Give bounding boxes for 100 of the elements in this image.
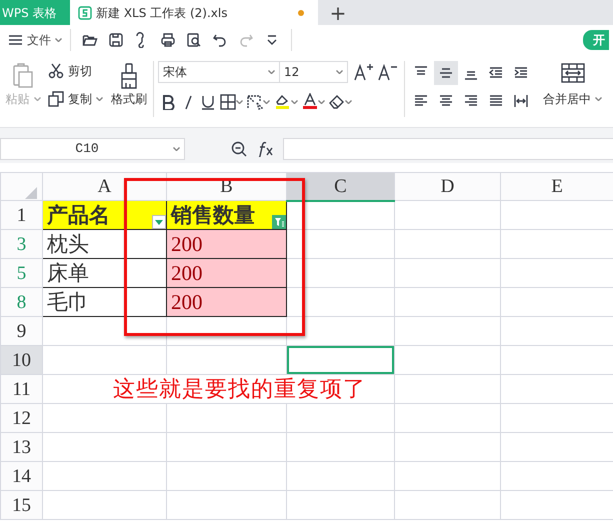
paintbrush-icon (119, 63, 139, 89)
table-cell[interactable]: 床单 (42, 258, 166, 288)
grid-cell[interactable] (286, 230, 394, 258)
grid-cell[interactable] (166, 432, 286, 462)
grid-cell[interactable] (286, 462, 394, 490)
print-icon (160, 32, 176, 48)
table-cell[interactable]: 200 (166, 288, 286, 316)
grid-cell[interactable] (166, 490, 286, 520)
grid-cell[interactable] (42, 432, 166, 462)
caret-icon (318, 100, 325, 104)
grid-cell[interactable] (166, 462, 286, 490)
caret-icon (263, 100, 270, 104)
caret-icon (291, 100, 298, 104)
grid-cell[interactable] (42, 316, 166, 346)
grid-cell[interactable] (394, 346, 500, 374)
grid-cell[interactable] (394, 316, 500, 346)
grid-cell[interactable] (286, 432, 394, 462)
borders-button[interactable] (218, 92, 245, 112)
grid-cell[interactable] (286, 288, 394, 316)
cell-name-box[interactable]: C10 (0, 138, 185, 160)
clipboard-icon (12, 63, 34, 89)
function-icon (257, 141, 275, 157)
scissors-icon (48, 63, 64, 79)
grid-cell[interactable] (42, 490, 166, 520)
save-icon (108, 32, 124, 48)
row-header[interactable]: 10 (0, 346, 42, 374)
distributed-align-icon (513, 93, 529, 109)
grid-cell[interactable] (42, 404, 166, 432)
row-header[interactable]: 11 (0, 374, 42, 404)
merge-center-button[interactable]: 合并居中 (541, 61, 604, 127)
grid-cell[interactable] (42, 346, 166, 374)
borders-icon (220, 94, 236, 110)
caret-icon (268, 70, 275, 74)
grid-cell[interactable] (42, 462, 166, 490)
merge-cells-icon (560, 63, 584, 83)
print-preview-icon (186, 32, 202, 48)
document-tab[interactable]: 新建 XLS 工作表 (2).xls (70, 0, 318, 25)
new-tab-button[interactable]: + (318, 0, 358, 25)
header-cell[interactable]: 销售数量 (166, 200, 286, 230)
align-middle-button[interactable] (434, 61, 458, 85)
file-menu[interactable]: 文件 (25, 32, 64, 48)
caret-icon (173, 147, 180, 151)
copy-button[interactable]: 复制 (46, 89, 105, 109)
bold-icon (160, 94, 176, 110)
table-cell[interactable]: 200 (166, 258, 286, 288)
zoom-button[interactable] (229, 139, 249, 159)
redo-icon (238, 32, 254, 48)
caret-icon (595, 97, 602, 101)
column-header[interactable]: A (42, 172, 166, 200)
eraser-icon (329, 94, 345, 110)
row-header[interactable]: 9 (0, 316, 42, 346)
column-header[interactable]: D (394, 172, 500, 200)
grid-cell[interactable] (394, 200, 500, 230)
grid-cell[interactable] (394, 258, 500, 288)
annotation-text: 这些就是要找的重复项了 (113, 376, 366, 401)
grid-cell[interactable] (286, 200, 394, 230)
table-cell[interactable]: 毛巾 (42, 288, 166, 316)
formula-input[interactable] (283, 138, 613, 160)
selected-cell[interactable] (286, 346, 394, 374)
cut-button[interactable]: 剪切 (46, 61, 105, 81)
filter-button[interactable] (152, 215, 166, 229)
caret-icon (345, 100, 352, 104)
grid-cell[interactable] (394, 288, 500, 316)
column-header[interactable]: E (500, 172, 613, 200)
row-header[interactable]: 1 (0, 200, 42, 230)
grid-cell[interactable] (394, 462, 500, 490)
grid-cell[interactable] (166, 404, 286, 432)
row-header[interactable]: 12 (0, 404, 42, 432)
increase-font-size-button[interactable] (352, 61, 376, 83)
copy-icon (48, 91, 64, 107)
grid-cell[interactable] (286, 404, 394, 432)
row-header[interactable]: 13 (0, 432, 42, 462)
grid-cell[interactable] (394, 432, 500, 462)
table-cell[interactable]: 枕头 (42, 230, 166, 258)
filter-icon (274, 217, 284, 227)
grid-cell[interactable] (166, 346, 286, 374)
font-size-select[interactable]: 12 (280, 61, 348, 83)
grid-cell[interactable] (166, 316, 286, 346)
caret-icon (34, 97, 40, 101)
select-all-corner[interactable] (0, 172, 42, 200)
grid-cell[interactable] (286, 490, 394, 520)
grid-cell[interactable] (394, 404, 500, 432)
grid-cell[interactable] (394, 230, 500, 258)
filter-button[interactable] (272, 215, 286, 229)
format-painter-button[interactable]: 格式刷 (109, 61, 149, 127)
grid-cell[interactable] (394, 374, 500, 404)
row-header[interactable]: 15 (0, 490, 42, 520)
spreadsheet-file-icon (78, 6, 92, 20)
table-cell[interactable]: 200 (166, 230, 286, 258)
grid-cell[interactable] (286, 258, 394, 288)
grid-cell[interactable] (286, 316, 394, 346)
font-color-button[interactable] (300, 91, 327, 112)
font-color-icon (302, 93, 318, 110)
header-cell[interactable]: 产品名 (42, 200, 166, 230)
underline-icon (200, 94, 216, 110)
font-name-select[interactable]: 宋体 (158, 61, 280, 83)
fill-pattern-icon (247, 94, 263, 110)
column-header[interactable]: C (286, 172, 394, 200)
row-header[interactable]: 14 (0, 462, 42, 490)
grid-cell[interactable] (394, 490, 500, 520)
